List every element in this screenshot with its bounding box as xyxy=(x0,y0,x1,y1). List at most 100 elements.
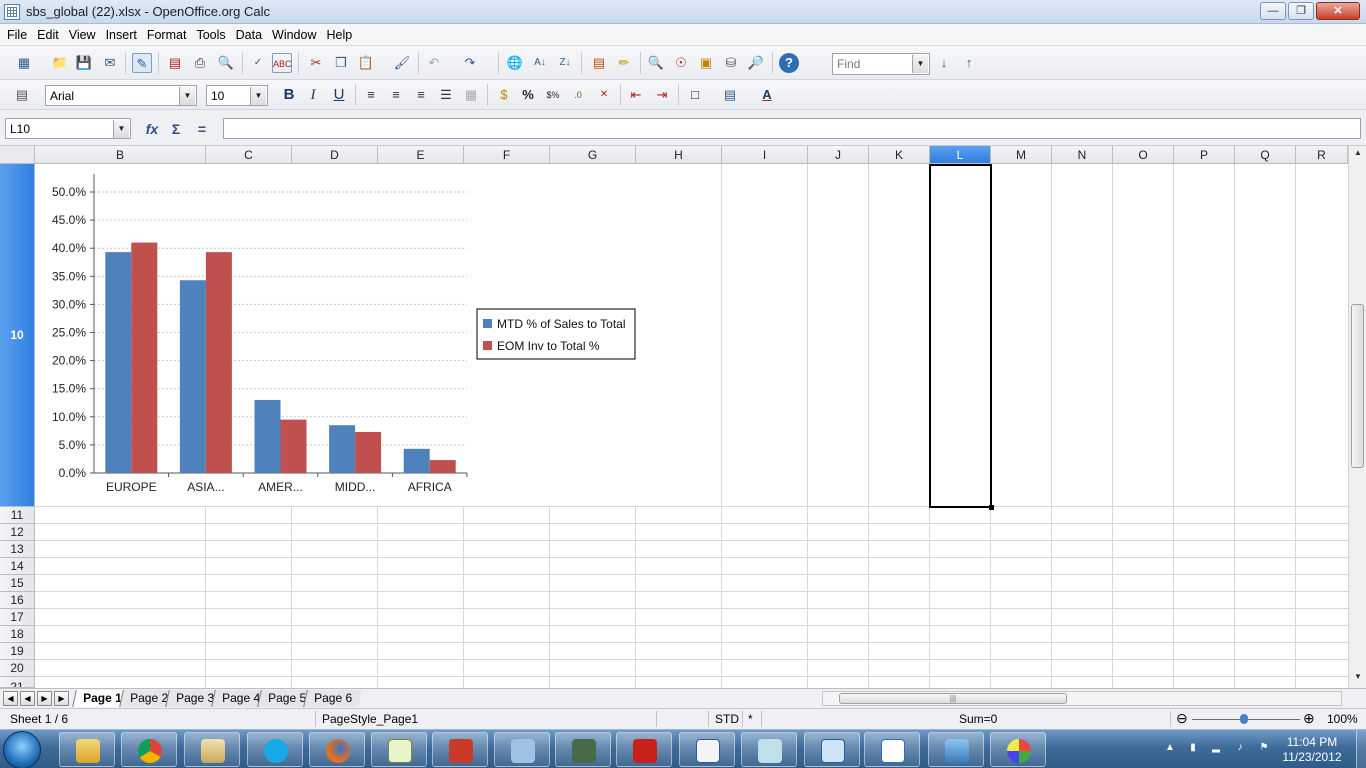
navigator-icon[interactable]: ☉ xyxy=(671,53,691,73)
menu-data[interactable]: Data xyxy=(231,24,267,46)
page-style[interactable]: PageStyle_Page1 xyxy=(322,712,418,726)
open-folder-icon[interactable]: 📁 xyxy=(50,53,70,73)
formula-input[interactable] xyxy=(223,118,1361,139)
taskbar-skype-icon[interactable] xyxy=(247,732,303,767)
spreadsheet-grid[interactable]: B C D E F G H I J K L M N O P Q R 10 11 … xyxy=(0,146,1348,688)
volume-muted-icon[interactable]: ♪ xyxy=(1233,742,1247,756)
delete-decimal-icon[interactable]: ✕ xyxy=(594,85,614,105)
function-icon[interactable]: = xyxy=(192,119,212,139)
taskbar-adobe-reader-icon[interactable] xyxy=(616,732,672,767)
find-input[interactable]: Find ▼ xyxy=(832,53,930,75)
taskbar-photos-icon[interactable] xyxy=(928,732,984,767)
taskbar-openoffice-calc-icon[interactable] xyxy=(864,732,920,767)
find-dropdown-arrow-icon[interactable]: ▼ xyxy=(912,55,928,73)
underline-icon[interactable]: U xyxy=(329,85,349,105)
taskbar-google-chrome-icon[interactable] xyxy=(121,732,177,767)
minimize-button[interactable]: — xyxy=(1260,2,1286,20)
page-preview-icon[interactable]: 🔍 xyxy=(216,53,236,73)
column-header-q[interactable]: Q xyxy=(1235,146,1296,164)
merge-cells-icon[interactable]: ▦ xyxy=(461,85,481,105)
insert-chart-icon[interactable]: ▤ xyxy=(589,53,609,73)
fill-handle[interactable] xyxy=(989,505,994,510)
row-header-18[interactable]: 18 xyxy=(0,626,35,643)
sort-descending-icon[interactable]: Z↓ xyxy=(555,53,575,73)
taskbar-virtualbox-icon[interactable] xyxy=(804,732,860,767)
taskbar-paint-icon[interactable] xyxy=(990,732,1046,767)
increase-indent-icon[interactable]: ⇥ xyxy=(652,85,672,105)
find-replace-icon[interactable]: 🔍 xyxy=(646,53,666,73)
sort-ascending-icon[interactable]: A↓ xyxy=(530,53,550,73)
menu-tools[interactable]: Tools xyxy=(191,24,230,46)
select-all-corner[interactable] xyxy=(0,146,35,164)
vertical-scroll-thumb[interactable] xyxy=(1351,304,1364,468)
menu-window[interactable]: Window xyxy=(267,24,321,46)
menu-file[interactable]: File xyxy=(2,24,32,46)
justify-icon[interactable]: ☰ xyxy=(436,85,456,105)
add-decimal-icon[interactable]: .0 xyxy=(568,85,588,105)
edit-file-icon[interactable]: ✎ xyxy=(132,53,152,73)
find-next-icon[interactable]: ↓ xyxy=(934,53,954,73)
clone-formatting-icon[interactable]: 🖌 xyxy=(392,53,412,73)
show-hidden-icons[interactable]: ▲ xyxy=(1163,742,1177,756)
taskbar-windows-explorer-icon[interactable] xyxy=(59,732,115,767)
zoom-level[interactable]: 100% xyxy=(1327,712,1358,726)
copy-icon[interactable]: ❐ xyxy=(331,53,351,73)
function-wizard-icon[interactable]: fx xyxy=(142,119,162,139)
row-header-15[interactable]: 15 xyxy=(0,575,35,592)
column-header-h[interactable]: H xyxy=(636,146,722,164)
email-icon[interactable]: ✉ xyxy=(100,53,120,73)
font-name-dropdown-icon[interactable]: ▼ xyxy=(179,87,195,105)
column-header-k[interactable]: K xyxy=(869,146,930,164)
spellcheck-icon[interactable]: ✓ xyxy=(248,53,268,73)
save-icon[interactable]: 💾 xyxy=(74,53,94,73)
zoom-slider-knob[interactable] xyxy=(1240,714,1248,724)
selected-cell-l10[interactable] xyxy=(929,164,992,508)
help-icon[interactable]: ? xyxy=(779,53,799,73)
menu-help[interactable]: Help xyxy=(322,24,358,46)
row-header-17[interactable]: 17 xyxy=(0,609,35,626)
action-center-flag-icon[interactable]: ⚑ xyxy=(1257,742,1271,756)
align-right-icon[interactable]: ≡ xyxy=(411,85,431,105)
bar-chart[interactable]: 0.0% 5.0% 10.0% 15.0% 20.0% 25.0% 30.0% 35.0% 40… xyxy=(35,164,721,506)
zoom-in-icon[interactable]: ⊕ xyxy=(1303,710,1315,727)
font-size-dropdown-icon[interactable]: ▼ xyxy=(250,87,266,105)
column-header-f[interactable]: F xyxy=(464,146,550,164)
first-sheet-icon[interactable]: ◀ xyxy=(3,691,18,706)
font-name-box[interactable]: Arial ▼ xyxy=(45,85,197,106)
background-color-icon[interactable]: ▤ xyxy=(720,85,740,105)
decrease-indent-icon[interactable]: ⇤ xyxy=(626,85,646,105)
column-header-g[interactable]: G xyxy=(550,146,636,164)
column-header-e[interactable]: E xyxy=(378,146,464,164)
show-draw-functions-icon[interactable]: ✏ xyxy=(614,53,634,73)
italic-icon[interactable]: I xyxy=(303,85,323,105)
column-header-m[interactable]: M xyxy=(991,146,1052,164)
data-sources-icon[interactable]: ⛁ xyxy=(721,53,741,73)
export-pdf-icon[interactable]: ▤ xyxy=(165,53,185,73)
font-color-icon[interactable]: A xyxy=(757,85,777,105)
name-box-dropdown-icon[interactable]: ▼ xyxy=(113,120,129,138)
bold-icon[interactable]: B xyxy=(279,85,299,105)
align-left-icon[interactable]: ≡ xyxy=(361,85,381,105)
percent-format-icon[interactable]: % xyxy=(518,85,538,105)
zoom-out-icon[interactable]: ⊖ xyxy=(1176,710,1188,727)
menu-insert[interactable]: Insert xyxy=(101,24,142,46)
standard-format-icon[interactable]: $% xyxy=(543,85,563,105)
row-header-12[interactable]: 12 xyxy=(0,524,35,541)
taskbar-word-icon[interactable] xyxy=(679,732,735,767)
vertical-scrollbar[interactable]: ▲ ▼ xyxy=(1348,146,1366,688)
row-header-16[interactable]: 16 xyxy=(0,592,35,609)
next-sheet-icon[interactable]: ▶ xyxy=(37,691,52,706)
start-button-icon[interactable] xyxy=(3,731,41,768)
column-header-p[interactable]: P xyxy=(1174,146,1235,164)
column-header-n[interactable]: N xyxy=(1052,146,1113,164)
name-box[interactable]: L10 ▼ xyxy=(5,118,131,139)
previous-sheet-icon[interactable]: ◀ xyxy=(20,691,35,706)
scroll-up-icon[interactable]: ▲ xyxy=(1352,148,1364,162)
last-sheet-icon[interactable]: ▶ xyxy=(54,691,69,706)
taskbar-network-icon[interactable] xyxy=(494,732,550,767)
borders-icon[interactable]: □ xyxy=(685,85,705,105)
menu-format[interactable]: Format xyxy=(142,24,192,46)
taskbar-notepad-icon[interactable] xyxy=(371,732,427,767)
restore-button[interactable]: ❐ xyxy=(1288,2,1314,20)
taskbar-terminal-icon[interactable] xyxy=(555,732,611,767)
